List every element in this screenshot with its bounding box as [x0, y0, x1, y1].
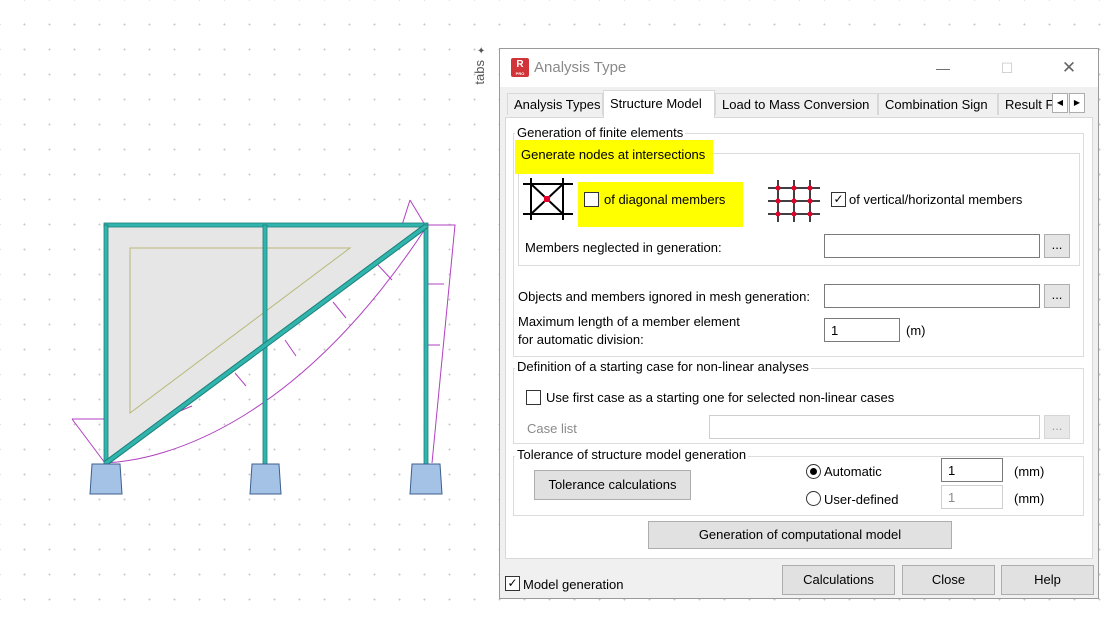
close-button[interactable]: Close — [902, 565, 995, 595]
tab-strip: Analysis Types Structure Model Load to M… — [500, 87, 1098, 118]
automatic-tolerance-input[interactable] — [941, 458, 1003, 482]
support-right — [409, 463, 443, 495]
analysis-type-dialog: R PRO Analysis Type — ☐ ✕ Analysis Types… — [499, 48, 1099, 599]
tabs-label: tabs — [472, 60, 487, 85]
grid-intersection-icon — [768, 180, 820, 222]
robot-app-icon: R PRO — [511, 58, 529, 77]
case-list-browse-button[interactable]: ... — [1044, 415, 1070, 439]
members-neglected-input[interactable] — [824, 234, 1040, 258]
vertical-members-label: of vertical/horizontal members — [849, 192, 1023, 207]
tab-structure-model[interactable]: Structure Model — [603, 90, 715, 118]
user-defined-unit: (mm) — [1014, 491, 1045, 506]
case-list-input[interactable] — [709, 415, 1040, 439]
nodes-group-title: Generate nodes at intersections — [515, 140, 713, 174]
use-first-case-label: Use first case as a starting one for sel… — [546, 390, 895, 405]
max-length-label-line1: Maximum length of a member element — [518, 314, 740, 329]
user-defined-label: User-defined — [824, 492, 899, 507]
automatic-label: Automatic — [824, 464, 882, 479]
close-icon[interactable]: ✕ — [1046, 53, 1092, 83]
diagonal-intersection-icon — [523, 178, 573, 220]
model-generation-checkbox[interactable]: ✓ — [505, 576, 520, 591]
column-left — [103, 224, 109, 466]
automatic-radio[interactable] — [806, 464, 821, 479]
fe-group-title: Generation of finite elements — [515, 125, 686, 140]
maximize-icon[interactable]: ☐ — [984, 53, 1030, 83]
tab-scroll-left-icon[interactable]: ◀ — [1052, 93, 1068, 113]
max-length-label-line2: for automatic division: — [518, 332, 644, 347]
moment-diagram-right — [409, 199, 456, 464]
use-first-case-checkbox[interactable] — [526, 390, 541, 405]
calculations-button[interactable]: Calculations — [782, 565, 895, 595]
tabs-side-panel[interactable]: ✦ tabs — [470, 46, 492, 106]
model-generation-label: Model generation — [523, 577, 624, 592]
title-bar[interactable]: R PRO Analysis Type — ☐ ✕ — [500, 49, 1098, 87]
column-right — [423, 224, 429, 466]
dialog-title: Analysis Type — [534, 59, 627, 76]
max-length-unit: (m) — [906, 323, 926, 338]
automatic-unit: (mm) — [1014, 464, 1045, 479]
tab-load-to-mass-conversion[interactable]: Load to Mass Conversion — [715, 93, 878, 115]
help-button[interactable]: Help — [1001, 565, 1094, 595]
tab-scroll-right-icon[interactable]: ▶ — [1069, 93, 1085, 113]
max-length-input[interactable] — [824, 318, 900, 342]
diagonal-members-checkbox[interactable] — [584, 192, 599, 207]
generate-model-button[interactable]: Generation of computational model — [648, 521, 952, 549]
user-defined-tolerance-input[interactable] — [941, 485, 1003, 509]
objects-ignored-browse-button[interactable]: ... — [1044, 284, 1070, 308]
support-left — [89, 463, 123, 495]
objects-ignored-input[interactable] — [824, 284, 1040, 308]
members-neglected-browse-button[interactable]: ... — [1044, 234, 1070, 258]
support-middle — [249, 463, 282, 495]
nonlinear-group-title: Definition of a starting case for non-li… — [515, 359, 811, 374]
members-neglected-label: Members neglected in generation: — [525, 240, 722, 255]
objects-ignored-label: Objects and members ignored in mesh gene… — [518, 289, 810, 304]
tolerance-group-title: Tolerance of structure model generation — [515, 447, 749, 462]
minimize-icon[interactable]: — — [920, 53, 966, 83]
tab-combination-sign[interactable]: Combination Sign — [878, 93, 998, 115]
pin-icon[interactable]: ✦ — [477, 46, 485, 57]
tab-analysis-types[interactable]: Analysis Types — [507, 93, 603, 115]
structure-model-panel: Generation of finite elements Generate n… — [505, 117, 1093, 559]
vertical-members-checkbox[interactable]: ✓ — [831, 192, 846, 207]
diagonal-members-label: of diagonal members — [604, 192, 726, 207]
user-defined-radio[interactable] — [806, 491, 821, 506]
tolerance-calculations-button[interactable]: Tolerance calculations — [534, 470, 691, 500]
case-list-label: Case list — [527, 421, 577, 436]
